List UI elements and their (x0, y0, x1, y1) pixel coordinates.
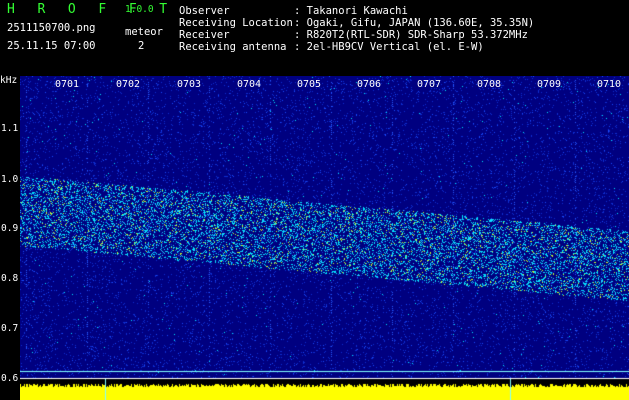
y-tick-label: 1.0 (1, 174, 19, 185)
info-antenna-label: Receiving antenna (179, 41, 287, 53)
info-location-value: : Ogaki, Gifu, JAPAN (136.60E, 35.35N) (294, 17, 535, 29)
info-antenna-value: : 2el-HB9CV Vertical (el. E-W) (294, 41, 484, 53)
x-tick-label: 0702 (116, 79, 141, 90)
x-tick-label: 0707 (417, 79, 442, 90)
x-tick-label: 0709 (537, 79, 562, 90)
x-tick-label: 0703 (177, 79, 202, 90)
meteor-label: meteor (125, 26, 163, 38)
x-tick-label: 0705 (297, 79, 322, 90)
x-tick-label: 0701 (55, 79, 80, 90)
filename-label: 2511150700.png (7, 22, 96, 34)
version-label: 1.0.0 (125, 4, 154, 15)
y-tick-label: 0.6 (1, 373, 19, 384)
meteor-count: 2 (138, 40, 145, 52)
info-receiver-label: Receiver (179, 29, 230, 41)
y-tick-label: 0.8 (1, 273, 19, 284)
info-location-label: Receiving Location (179, 17, 293, 29)
y-tick-label: 0.9 (1, 223, 19, 234)
info-receiver-value: : R820T2(RTL-SDR) SDR-Sharp 53.372MHz (294, 29, 528, 41)
x-tick-label: 0710 (597, 79, 622, 90)
y-axis-unit: kHz (0, 75, 18, 86)
info-observer-value: : Takanori Kawachi (294, 5, 408, 17)
info-observer-label: Observer (179, 5, 230, 17)
x-tick-label: 0704 (237, 79, 262, 90)
spectrogram-canvas (20, 76, 629, 400)
y-tick-label: 0.7 (1, 323, 19, 334)
y-tick-label: 1.1 (1, 123, 19, 134)
x-tick-label: 0706 (357, 79, 382, 90)
x-tick-label: 0708 (477, 79, 502, 90)
datetime-label: 25.11.15 07:00 (7, 40, 96, 52)
